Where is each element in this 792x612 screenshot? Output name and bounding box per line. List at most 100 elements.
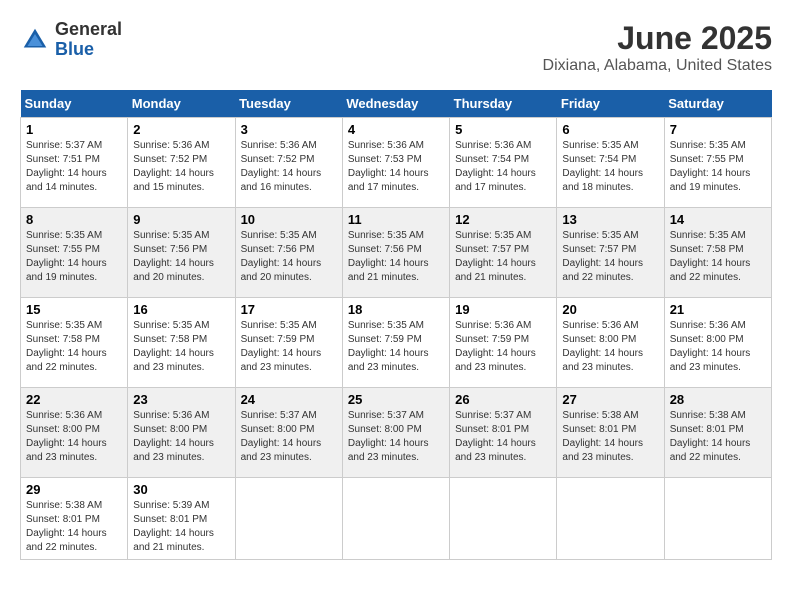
day-info: Sunrise: 5:35 AM Sunset: 7:57 PM Dayligh… (455, 230, 536, 283)
calendar-day-18: 18 Sunrise: 5:35 AM Sunset: 7:59 PM Dayl… (342, 298, 449, 388)
header-friday: Friday (557, 90, 664, 118)
calendar-day-4: 4 Sunrise: 5:36 AM Sunset: 7:53 PM Dayli… (342, 118, 449, 208)
day-info: Sunrise: 5:35 AM Sunset: 7:55 PM Dayligh… (26, 230, 107, 283)
header-sunday: Sunday (21, 90, 128, 118)
calendar-day-27: 27 Sunrise: 5:38 AM Sunset: 8:01 PM Dayl… (557, 388, 664, 478)
calendar-day-16: 16 Sunrise: 5:35 AM Sunset: 7:58 PM Dayl… (128, 298, 235, 388)
month-title: June 2025 (543, 20, 772, 57)
day-number: 9 (133, 212, 229, 227)
day-number: 18 (348, 302, 444, 317)
day-number: 3 (241, 122, 337, 137)
day-info: Sunrise: 5:36 AM Sunset: 8:00 PM Dayligh… (26, 410, 107, 463)
day-number: 27 (562, 392, 658, 407)
day-number: 2 (133, 122, 229, 137)
day-number: 28 (670, 392, 766, 407)
day-number: 8 (26, 212, 122, 227)
calendar-week-2: 8 Sunrise: 5:35 AM Sunset: 7:55 PM Dayli… (21, 208, 772, 298)
day-info: Sunrise: 5:37 AM Sunset: 8:00 PM Dayligh… (348, 410, 429, 463)
logo: General Blue (20, 20, 122, 60)
calendar-day-29: 29 Sunrise: 5:38 AM Sunset: 8:01 PM Dayl… (21, 478, 128, 560)
calendar-day-2: 2 Sunrise: 5:36 AM Sunset: 7:52 PM Dayli… (128, 118, 235, 208)
day-info: Sunrise: 5:36 AM Sunset: 7:59 PM Dayligh… (455, 320, 536, 373)
calendar-day-14: 14 Sunrise: 5:35 AM Sunset: 7:58 PM Dayl… (664, 208, 771, 298)
calendar-day-9: 9 Sunrise: 5:35 AM Sunset: 7:56 PM Dayli… (128, 208, 235, 298)
location-title: Dixiana, Alabama, United States (543, 57, 772, 75)
day-number: 15 (26, 302, 122, 317)
day-number: 14 (670, 212, 766, 227)
day-info: Sunrise: 5:35 AM Sunset: 7:58 PM Dayligh… (26, 320, 107, 373)
calendar-day-19: 19 Sunrise: 5:36 AM Sunset: 7:59 PM Dayl… (450, 298, 557, 388)
day-info: Sunrise: 5:36 AM Sunset: 7:54 PM Dayligh… (455, 140, 536, 193)
calendar-week-5: 29 Sunrise: 5:38 AM Sunset: 8:01 PM Dayl… (21, 478, 772, 560)
day-info: Sunrise: 5:38 AM Sunset: 8:01 PM Dayligh… (562, 410, 643, 463)
calendar-day-5: 5 Sunrise: 5:36 AM Sunset: 7:54 PM Dayli… (450, 118, 557, 208)
day-number: 16 (133, 302, 229, 317)
day-number: 5 (455, 122, 551, 137)
day-info: Sunrise: 5:35 AM Sunset: 7:59 PM Dayligh… (348, 320, 429, 373)
empty-cell (557, 478, 664, 560)
day-number: 29 (26, 482, 122, 497)
calendar-day-24: 24 Sunrise: 5:37 AM Sunset: 8:00 PM Dayl… (235, 388, 342, 478)
calendar-week-1: 1 Sunrise: 5:37 AM Sunset: 7:51 PM Dayli… (21, 118, 772, 208)
day-info: Sunrise: 5:37 AM Sunset: 7:51 PM Dayligh… (26, 140, 107, 193)
calendar-day-20: 20 Sunrise: 5:36 AM Sunset: 8:00 PM Dayl… (557, 298, 664, 388)
day-number: 17 (241, 302, 337, 317)
day-info: Sunrise: 5:36 AM Sunset: 8:00 PM Dayligh… (670, 320, 751, 373)
day-number: 25 (348, 392, 444, 407)
calendar-day-23: 23 Sunrise: 5:36 AM Sunset: 8:00 PM Dayl… (128, 388, 235, 478)
day-number: 7 (670, 122, 766, 137)
day-info: Sunrise: 5:37 AM Sunset: 8:00 PM Dayligh… (241, 410, 322, 463)
day-info: Sunrise: 5:35 AM Sunset: 7:56 PM Dayligh… (348, 230, 429, 283)
day-number: 23 (133, 392, 229, 407)
day-info: Sunrise: 5:36 AM Sunset: 7:52 PM Dayligh… (241, 140, 322, 193)
header-monday: Monday (128, 90, 235, 118)
day-info: Sunrise: 5:39 AM Sunset: 8:01 PM Dayligh… (133, 500, 214, 553)
day-number: 1 (26, 122, 122, 137)
day-info: Sunrise: 5:37 AM Sunset: 8:01 PM Dayligh… (455, 410, 536, 463)
day-number: 13 (562, 212, 658, 227)
calendar-day-7: 7 Sunrise: 5:35 AM Sunset: 7:55 PM Dayli… (664, 118, 771, 208)
calendar-day-6: 6 Sunrise: 5:35 AM Sunset: 7:54 PM Dayli… (557, 118, 664, 208)
empty-cell (450, 478, 557, 560)
day-info: Sunrise: 5:38 AM Sunset: 8:01 PM Dayligh… (670, 410, 751, 463)
day-info: Sunrise: 5:35 AM Sunset: 7:55 PM Dayligh… (670, 140, 751, 193)
calendar-day-10: 10 Sunrise: 5:35 AM Sunset: 7:56 PM Dayl… (235, 208, 342, 298)
day-info: Sunrise: 5:35 AM Sunset: 7:54 PM Dayligh… (562, 140, 643, 193)
empty-cell (235, 478, 342, 560)
day-info: Sunrise: 5:36 AM Sunset: 8:00 PM Dayligh… (133, 410, 214, 463)
calendar-day-30: 30 Sunrise: 5:39 AM Sunset: 8:01 PM Dayl… (128, 478, 235, 560)
title-section: June 2025 Dixiana, Alabama, United State… (543, 20, 772, 75)
day-info: Sunrise: 5:38 AM Sunset: 8:01 PM Dayligh… (26, 500, 107, 553)
empty-cell (342, 478, 449, 560)
day-info: Sunrise: 5:36 AM Sunset: 7:52 PM Dayligh… (133, 140, 214, 193)
weekday-header-row: Sunday Monday Tuesday Wednesday Thursday… (21, 90, 772, 118)
logo-general: General (55, 20, 122, 40)
page-header: General Blue June 2025 Dixiana, Alabama,… (20, 20, 772, 75)
day-number: 12 (455, 212, 551, 227)
header-wednesday: Wednesday (342, 90, 449, 118)
calendar-day-22: 22 Sunrise: 5:36 AM Sunset: 8:00 PM Dayl… (21, 388, 128, 478)
calendar-day-12: 12 Sunrise: 5:35 AM Sunset: 7:57 PM Dayl… (450, 208, 557, 298)
day-number: 24 (241, 392, 337, 407)
calendar-day-13: 13 Sunrise: 5:35 AM Sunset: 7:57 PM Dayl… (557, 208, 664, 298)
calendar-day-8: 8 Sunrise: 5:35 AM Sunset: 7:55 PM Dayli… (21, 208, 128, 298)
logo-icon (20, 25, 50, 55)
calendar-day-17: 17 Sunrise: 5:35 AM Sunset: 7:59 PM Dayl… (235, 298, 342, 388)
day-number: 19 (455, 302, 551, 317)
day-number: 11 (348, 212, 444, 227)
day-info: Sunrise: 5:35 AM Sunset: 7:56 PM Dayligh… (241, 230, 322, 283)
header-thursday: Thursday (450, 90, 557, 118)
calendar-day-26: 26 Sunrise: 5:37 AM Sunset: 8:01 PM Dayl… (450, 388, 557, 478)
logo-blue: Blue (55, 40, 122, 60)
day-number: 22 (26, 392, 122, 407)
calendar-week-4: 22 Sunrise: 5:36 AM Sunset: 8:00 PM Dayl… (21, 388, 772, 478)
day-number: 4 (348, 122, 444, 137)
day-info: Sunrise: 5:35 AM Sunset: 7:59 PM Dayligh… (241, 320, 322, 373)
day-info: Sunrise: 5:35 AM Sunset: 7:58 PM Dayligh… (133, 320, 214, 373)
calendar-day-28: 28 Sunrise: 5:38 AM Sunset: 8:01 PM Dayl… (664, 388, 771, 478)
calendar-week-3: 15 Sunrise: 5:35 AM Sunset: 7:58 PM Dayl… (21, 298, 772, 388)
day-number: 6 (562, 122, 658, 137)
day-number: 26 (455, 392, 551, 407)
day-number: 20 (562, 302, 658, 317)
day-info: Sunrise: 5:35 AM Sunset: 7:58 PM Dayligh… (670, 230, 751, 283)
